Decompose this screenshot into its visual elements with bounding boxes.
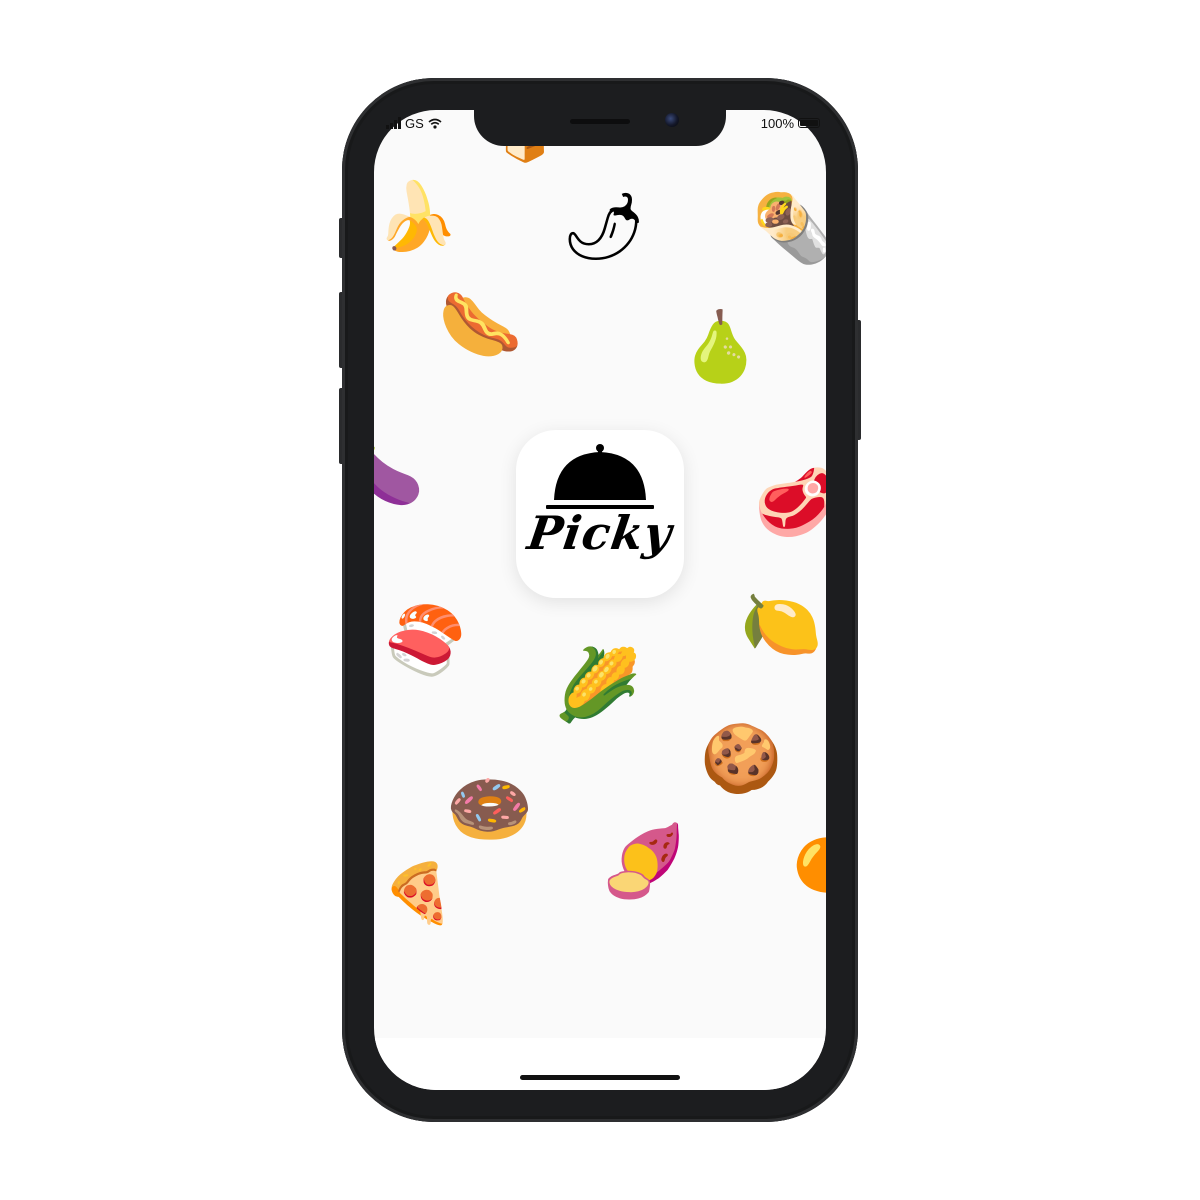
battery-icon [798,118,820,128]
hot-dog-icon: 🌭 [438,286,523,365]
front-camera [665,113,679,127]
sweet-potato-icon: 🍠 [600,820,688,902]
pear-icon: 🍐 [678,308,763,387]
eggplant-icon: 🍆 [374,435,424,509]
screen-footer [374,1038,826,1090]
battery-level-fill [800,120,818,126]
app-name-label: Picky [524,506,676,560]
pizza-icon: 🍕 [382,859,455,927]
battery-percent-label: 100% [760,115,794,131]
lemon-icon: 🍋 [740,586,823,663]
wifi-icon [428,118,442,129]
home-indicator[interactable] [520,1075,680,1080]
status-bar-left: GS [386,114,442,132]
earpiece-speaker [570,119,630,124]
cookie-icon: 🍪 [700,720,783,797]
signal-icon [386,117,401,129]
banana-icon: 🍌 [376,178,459,255]
meat-icon: 🥩 [754,464,826,541]
hot-pepper-icon: 🌶 [562,188,646,265]
device-mockup: 🍞 🍌 🌶 🌯 🌭 🍐 🍆 🥩 🍣 🍋 🌽 🍪 🍩 🍠 🍊 🍕 GS [0,0,1200,1200]
burrito-icon: 🌯 [752,190,826,267]
sushi-icon: 🍣 [384,602,467,679]
status-bar-right: 100% [761,114,820,132]
corn-icon: 🌽 [554,644,642,726]
app-screen: 🍞 🍌 🌶 🌯 🌭 🍐 🍆 🥩 🍣 🍋 🌽 🍪 🍩 🍠 🍊 🍕 [374,110,826,1090]
notch [474,108,726,146]
carrier-label: GS [405,115,424,131]
donut-icon: 🍩 [446,768,534,850]
orange-icon: 🍊 [792,828,826,890]
app-icon[interactable]: Picky [516,430,684,598]
